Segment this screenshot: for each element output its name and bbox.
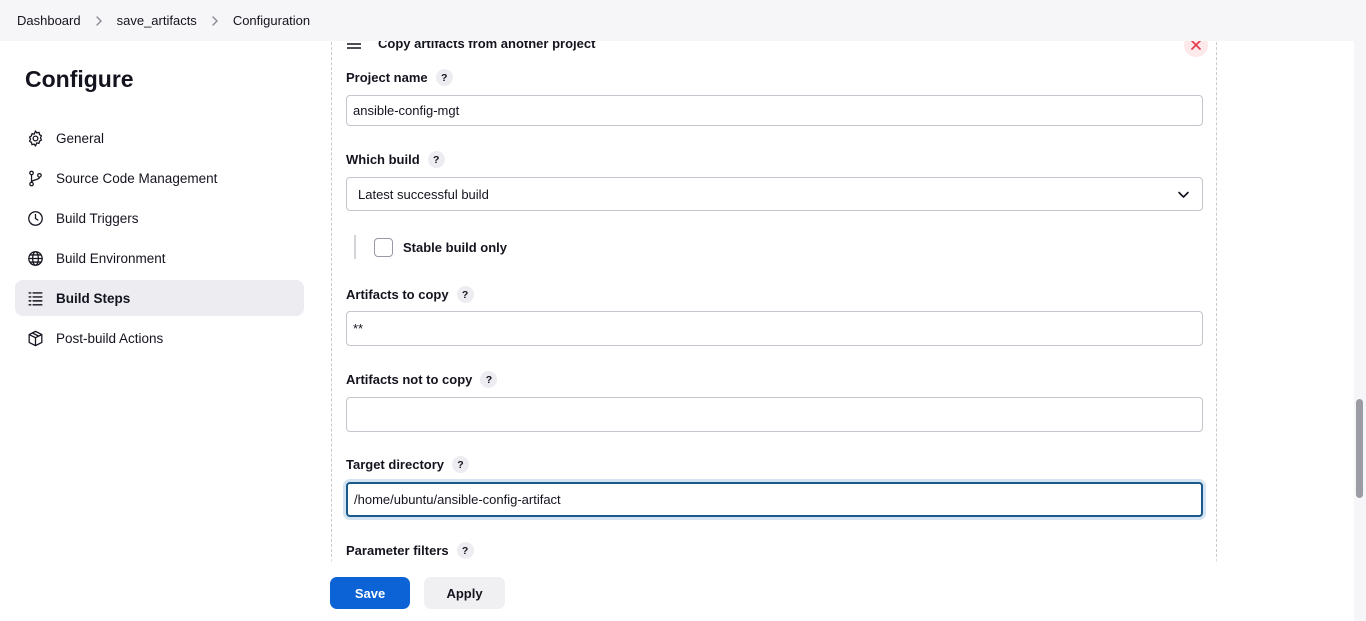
sidebar-nav: General Source Code Management Build Tri… xyxy=(15,120,304,360)
help-icon[interactable]: ? xyxy=(452,456,470,473)
project-name-input[interactable] xyxy=(346,95,1203,126)
which-build-label: Which build ? xyxy=(346,151,445,168)
artifacts-not-to-copy-label: Artifacts not to copy ? xyxy=(346,371,498,388)
clock-icon xyxy=(25,208,45,228)
build-step-panel: Copy artifacts from another project Proj… xyxy=(331,22,1217,567)
stable-build-checkbox[interactable] xyxy=(374,237,393,257)
help-icon[interactable]: ? xyxy=(435,69,453,86)
scrollbar-track[interactable] xyxy=(1354,0,1366,621)
target-directory-label: Target directory ? xyxy=(346,456,470,473)
bottom-action-bar: Save Apply xyxy=(0,566,1366,621)
artifacts-to-copy-label: Artifacts to copy ? xyxy=(346,286,474,303)
breadcrumb-dashboard[interactable]: Dashboard xyxy=(17,13,81,28)
chevron-right-icon xyxy=(94,15,104,26)
sidebar-item-general[interactable]: General xyxy=(15,120,304,156)
artifacts-to-copy-input[interactable] xyxy=(346,311,1203,346)
sidebar-item-label: Build Environment xyxy=(56,250,166,266)
artifacts-to-copy-label-text: Artifacts to copy xyxy=(346,287,449,302)
project-name-label-text: Project name xyxy=(346,70,428,85)
help-icon[interactable]: ? xyxy=(480,371,498,388)
stable-build-label: Stable build only xyxy=(403,239,508,255)
target-directory-label-text: Target directory xyxy=(346,457,445,472)
sidebar-item-build-steps[interactable]: Build Steps xyxy=(15,280,304,316)
breadcrumb-configuration[interactable]: Configuration xyxy=(233,13,310,28)
sidebar-item-build-triggers[interactable]: Build Triggers xyxy=(15,200,304,236)
help-icon[interactable]: ? xyxy=(427,151,445,168)
list-icon xyxy=(25,288,45,308)
gear-icon xyxy=(25,128,45,148)
artifacts-not-to-copy-label-text: Artifacts not to copy xyxy=(346,372,473,387)
chevron-right-icon xyxy=(210,15,220,26)
package-icon xyxy=(25,328,45,348)
sidebar-item-label: General xyxy=(56,130,105,146)
chevron-down-icon xyxy=(1178,191,1189,198)
breadcrumb-project[interactable]: save_artifacts xyxy=(117,13,197,28)
sidebar-item-build-environment[interactable]: Build Environment xyxy=(15,240,304,276)
sidebar-item-label: Post-build Actions xyxy=(56,330,164,346)
stable-build-option: Stable build only xyxy=(354,235,507,259)
project-name-label: Project name ? xyxy=(346,69,453,86)
save-button[interactable]: Save xyxy=(330,577,410,609)
branch-icon xyxy=(25,168,45,188)
artifacts-not-to-copy-input[interactable] xyxy=(346,397,1203,432)
close-icon xyxy=(1191,40,1201,50)
bottom-fade xyxy=(300,556,1240,566)
page-title: Configure xyxy=(25,66,134,92)
which-build-select[interactable]: Latest successful build xyxy=(346,177,1203,211)
apply-button[interactable]: Apply xyxy=(424,577,505,609)
sidebar-item-label: Build Steps xyxy=(56,290,131,306)
sidebar-item-label: Build Triggers xyxy=(56,210,139,226)
scrollbar-thumb[interactable] xyxy=(1356,399,1363,498)
which-build-selected: Latest successful build xyxy=(358,186,489,202)
breadcrumb: Dashboard save_artifacts Configuration xyxy=(0,0,1366,41)
sidebar-item-post-build-actions[interactable]: Post-build Actions xyxy=(15,320,304,356)
which-build-label-text: Which build xyxy=(346,152,420,167)
target-directory-input[interactable] xyxy=(346,482,1203,517)
sidebar-item-label: Source Code Management xyxy=(56,170,218,186)
sidebar-item-source-code-management[interactable]: Source Code Management xyxy=(15,160,304,196)
help-icon[interactable]: ? xyxy=(456,286,474,303)
globe-icon xyxy=(25,248,45,268)
